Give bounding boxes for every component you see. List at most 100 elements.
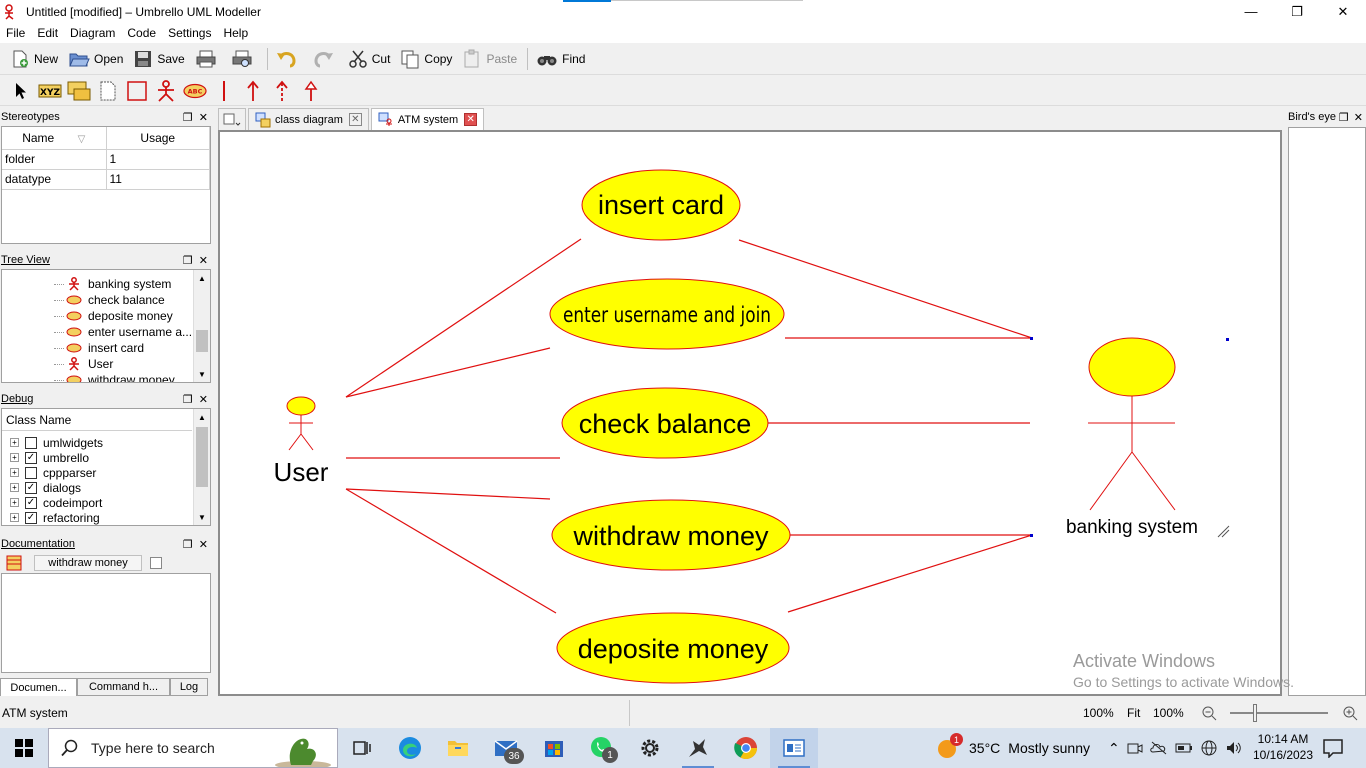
realization-tool[interactable] <box>296 78 325 104</box>
open-button[interactable]: Open <box>64 46 127 72</box>
float-icon[interactable]: ❐ <box>183 538 193 551</box>
diagram-canvas[interactable]: User banking system insert card enter us… <box>218 130 1282 696</box>
box-note-tool[interactable] <box>93 78 122 104</box>
generalization-tool[interactable] <box>267 78 296 104</box>
taskbar-file-explorer[interactable] <box>434 728 482 768</box>
tab-command-history[interactable]: Command h... <box>77 678 170 696</box>
selection-handle[interactable] <box>1030 534 1033 537</box>
box-tool[interactable] <box>122 78 151 104</box>
scroll-down-icon[interactable]: ▼ <box>194 509 210 525</box>
checkbox-checked[interactable]: ✓ <box>25 511 37 524</box>
zoom-slider-track[interactable] <box>1230 712 1328 714</box>
minimize-button[interactable]: — <box>1228 0 1274 23</box>
tree-scrollbar[interactable]: ▲ ▼ <box>193 270 210 382</box>
taskbar-search-box[interactable]: Type here to search <box>48 728 338 768</box>
checkbox[interactable] <box>25 466 37 479</box>
scroll-down-icon[interactable]: ▼ <box>194 366 210 382</box>
birds-eye-view[interactable] <box>1288 127 1366 696</box>
debug-scrollbar[interactable]: ▲ ▼ <box>193 409 210 525</box>
battery-icon[interactable] <box>1175 740 1193 756</box>
debug-row-codeimport[interactable]: + ✓ codeimport <box>2 495 210 510</box>
taskbar-umbrello[interactable] <box>674 728 722 768</box>
debug-row-umlwidgets[interactable]: + umlwidgets <box>2 435 210 450</box>
debug-row-dialogs[interactable]: + ✓ dialogs <box>2 480 210 495</box>
usecase-withdraw-money[interactable]: withdraw money <box>551 499 791 571</box>
paste-button[interactable]: Paste <box>458 46 521 72</box>
column-usage[interactable]: Usage <box>106 127 210 150</box>
scroll-thumb[interactable] <box>196 427 208 487</box>
expand-icon[interactable]: + <box>10 453 19 462</box>
zoom-in-icon[interactable] <box>1342 705 1358 721</box>
notification-center-icon[interactable] <box>1322 738 1344 758</box>
debug-row-umbrello[interactable]: + ✓ umbrello <box>2 450 210 465</box>
zoom-100-button[interactable]: 100% <box>1153 706 1184 720</box>
table-row[interactable]: datatype 11 <box>2 169 210 190</box>
banking-system-actor[interactable]: banking system <box>1066 337 1230 538</box>
column-name[interactable]: Name ▽ <box>2 127 107 150</box>
expand-icon[interactable]: + <box>10 468 19 477</box>
table-row[interactable]: folder 1 <box>2 149 210 170</box>
taskbar-clock[interactable]: 10:14 AM 10/16/2023 <box>1248 731 1318 763</box>
resize-grip-icon[interactable] <box>1217 525 1230 538</box>
association-line[interactable] <box>345 488 557 614</box>
onedrive-icon[interactable] <box>1149 740 1168 756</box>
taskbar-chrome[interactable] <box>722 728 770 768</box>
association-line[interactable] <box>787 534 1033 613</box>
close-button[interactable]: ✕ <box>1320 0 1366 23</box>
close-icon[interactable]: ✕ <box>1354 111 1363 124</box>
menu-settings[interactable]: Settings <box>162 26 217 40</box>
chevron-up-icon[interactable]: ⌃ <box>1108 740 1120 757</box>
redo-button[interactable] <box>308 46 342 72</box>
selection-handle[interactable] <box>1030 337 1033 340</box>
cut-button[interactable]: Cut <box>344 46 395 72</box>
debug-row-cppparser[interactable]: + cppparser <box>2 465 210 480</box>
dependency-tool[interactable] <box>238 78 267 104</box>
taskbar-task-view[interactable] <box>338 728 386 768</box>
undo-button[interactable] <box>272 46 306 72</box>
maximize-button[interactable]: ❐ <box>1274 0 1320 23</box>
expand-icon[interactable]: + <box>10 438 19 447</box>
menu-diagram[interactable]: Diagram <box>64 26 121 40</box>
checkbox-checked[interactable]: ✓ <box>25 496 37 509</box>
expand-icon[interactable]: + <box>10 513 19 522</box>
taskbar-settings[interactable] <box>626 728 674 768</box>
close-icon[interactable]: ✕ <box>199 538 208 551</box>
selection-handle[interactable] <box>1226 338 1229 341</box>
fit-button[interactable]: Fit <box>1127 706 1140 720</box>
float-icon[interactable]: ❐ <box>183 393 193 406</box>
menu-file[interactable]: File <box>0 26 31 40</box>
new-tab-button[interactable] <box>218 108 246 130</box>
taskbar-store[interactable] <box>530 728 578 768</box>
float-icon[interactable]: ❐ <box>183 254 193 267</box>
taskbar-active-window[interactable] <box>770 728 818 768</box>
expand-icon[interactable]: + <box>10 483 19 492</box>
usecase-enter-username[interactable]: enter username and join <box>549 278 785 350</box>
actor-tool[interactable] <box>151 78 180 104</box>
meet-now-icon[interactable] <box>1127 740 1143 756</box>
scroll-thumb[interactable] <box>196 330 208 352</box>
tree-item-enter-username[interactable]: enter username a... <box>2 324 210 340</box>
class-name-header[interactable]: Class Name <box>2 409 192 431</box>
usecase-insert-card[interactable]: insert card <box>581 169 741 241</box>
checkbox[interactable] <box>25 436 37 449</box>
documentation-field[interactable]: withdraw money <box>34 555 142 571</box>
tree-item-insert-card[interactable]: insert card <box>2 340 210 356</box>
text-tool[interactable]: XYZ <box>35 78 64 104</box>
taskbar-whatsapp[interactable]: 1 <box>578 728 626 768</box>
user-actor[interactable]: User <box>274 396 329 487</box>
association-line[interactable] <box>345 488 551 500</box>
usecase-tool[interactable]: ABC <box>180 78 209 104</box>
scroll-up-icon[interactable]: ▲ <box>194 270 210 286</box>
tab-documentation[interactable]: Documen... <box>0 678 77 696</box>
float-icon[interactable]: ❐ <box>1339 111 1349 124</box>
tree-item-check-balance[interactable]: check balance <box>2 292 210 308</box>
menu-help[interactable]: Help <box>217 26 254 40</box>
note-tool[interactable] <box>64 78 93 104</box>
select-tool[interactable] <box>6 78 35 104</box>
float-icon[interactable]: ❐ <box>183 111 193 124</box>
zoom-out-icon[interactable] <box>1201 705 1217 721</box>
association-tool[interactable] <box>209 78 238 104</box>
print-preview-button[interactable] <box>227 46 261 72</box>
print-button[interactable] <box>191 46 225 72</box>
zoom-slider-handle[interactable] <box>1253 704 1257 722</box>
